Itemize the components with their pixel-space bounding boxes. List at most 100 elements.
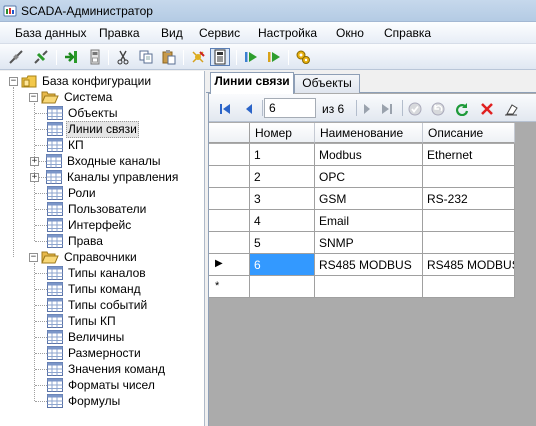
record-position-input[interactable] — [264, 98, 316, 118]
tree-group-system[interactable]: − Система — [29, 89, 114, 105]
grid-cell[interactable]: 2 — [250, 166, 315, 188]
tree-item[interactable]: + Каналы управления — [30, 169, 180, 185]
tree-item[interactable]: Права — [35, 233, 105, 249]
tree-item[interactable]: Величины — [35, 329, 126, 345]
menu-settings[interactable]: Настройка — [258, 26, 317, 41]
collapse-icon[interactable]: − — [29, 252, 38, 262]
tree-item[interactable]: Пользователи — [35, 201, 148, 217]
menu-view[interactable]: Вид — [161, 26, 183, 41]
expand-icon[interactable]: + — [30, 156, 39, 166]
prev-record-icon[interactable] — [240, 100, 258, 118]
run-icon[interactable] — [241, 48, 261, 66]
run-step-icon[interactable] — [264, 48, 284, 66]
copy-icon[interactable] — [136, 48, 156, 66]
table-view-icon[interactable] — [210, 48, 230, 66]
apply-icon[interactable] — [406, 100, 424, 118]
tree-item[interactable]: Типы команд — [35, 281, 143, 297]
grid-cell[interactable]: SNMP — [315, 232, 423, 254]
grid-cell[interactable]: 6 — [250, 254, 315, 276]
grid-cell[interactable] — [423, 232, 515, 254]
menu-window[interactable]: Окно — [336, 26, 364, 41]
import-icon[interactable] — [61, 48, 81, 66]
grid-cell[interactable]: 5 — [250, 232, 315, 254]
tree-item[interactable]: Формулы — [35, 393, 122, 409]
tab-objects[interactable]: Объекты — [294, 74, 360, 93]
grid-cell[interactable]: 1 — [250, 144, 315, 166]
next-record-icon[interactable] — [358, 100, 376, 118]
menu-help[interactable]: Справка — [384, 26, 431, 41]
grid-cell[interactable]: OPC — [315, 166, 423, 188]
navigator-separator — [356, 100, 357, 116]
new-row-cell[interactable] — [250, 276, 315, 298]
tree-item[interactable]: Линии связи — [35, 120, 139, 138]
table-icon — [47, 138, 63, 152]
row-header[interactable]: ▶ — [209, 254, 250, 276]
grid-cell[interactable]: 4 — [250, 210, 315, 232]
tree-item[interactable]: Форматы чисел — [35, 377, 157, 393]
first-record-icon[interactable] — [216, 100, 234, 118]
delete-icon[interactable] — [478, 100, 496, 118]
refresh-icon[interactable] — [453, 100, 471, 118]
paste-icon[interactable] — [159, 48, 179, 66]
last-record-icon[interactable] — [378, 100, 396, 118]
tree-item[interactable]: Типы каналов — [35, 265, 148, 281]
row-header[interactable] — [209, 144, 250, 166]
grid-cell[interactable]: GSM — [315, 188, 423, 210]
row-header[interactable] — [209, 210, 250, 232]
tree-item-label: Величины — [68, 329, 125, 344]
tab-strip: Линии связи Объекты — [206, 72, 536, 94]
new-row-cell[interactable] — [315, 276, 423, 298]
tree-item[interactable]: Размерности — [35, 345, 143, 361]
settings-icon[interactable] — [293, 48, 313, 66]
row-header[interactable] — [209, 166, 250, 188]
table-icon — [47, 106, 63, 120]
undo-icon[interactable] — [429, 100, 447, 118]
menu-edit[interactable]: Правка — [99, 26, 140, 41]
grid-cell[interactable]: 3 — [250, 188, 315, 210]
collapse-icon[interactable]: − — [29, 92, 38, 102]
grid-cell[interactable] — [423, 166, 515, 188]
save-icon[interactable] — [85, 48, 105, 66]
tab-communication-lines[interactable]: Линии связи — [210, 72, 294, 94]
table-icon — [46, 170, 62, 184]
disconnect-icon[interactable] — [31, 48, 51, 66]
column-header-name[interactable]: Наименование — [315, 123, 423, 143]
grid-cell[interactable]: Email — [315, 210, 423, 232]
row-header[interactable] — [209, 232, 250, 254]
tree-item-label: Интерфейс — [68, 217, 132, 232]
tree-item[interactable]: + Входные каналы — [30, 153, 163, 169]
row-header[interactable] — [209, 188, 250, 210]
tree-item-label: Входные каналы — [67, 153, 161, 168]
cut-icon[interactable] — [113, 48, 133, 66]
add-icon[interactable] — [188, 48, 208, 66]
table-icon — [47, 282, 63, 296]
tree-item[interactable]: Объекты — [35, 105, 120, 121]
tree-item[interactable]: Роли — [35, 185, 98, 201]
menu-database[interactable]: База данных — [15, 26, 86, 41]
grid-cell[interactable]: RS-232 — [423, 188, 515, 210]
grid-cell[interactable]: RS485 MODBUS — [315, 254, 423, 276]
tree-item[interactable]: Типы событий — [35, 297, 149, 313]
menu-service[interactable]: Сервис — [199, 26, 240, 41]
grid-cell[interactable]: Modbus — [315, 144, 423, 166]
tree-group-directories[interactable]: − Справочники — [29, 249, 139, 265]
clear-icon[interactable] — [502, 100, 520, 118]
expand-icon[interactable]: + — [30, 172, 39, 182]
tree-item[interactable]: Значения команд — [35, 361, 167, 377]
tree-item[interactable]: Интерфейс — [35, 217, 133, 233]
column-header-description[interactable]: Описание — [423, 123, 515, 143]
column-header-number[interactable]: Номер — [250, 123, 315, 143]
collapse-icon[interactable]: − — [9, 76, 18, 86]
grid-cell[interactable]: RS485 MODBUS — [423, 254, 515, 276]
tree-item[interactable]: Типы КП — [35, 313, 118, 329]
app-icon — [3, 5, 17, 17]
new-row-header[interactable]: * — [209, 276, 250, 298]
new-row-cell[interactable] — [423, 276, 515, 298]
tree-root-label: База конфигурации — [42, 73, 152, 88]
grid-cell[interactable] — [423, 210, 515, 232]
grid-cell[interactable]: Ethernet — [423, 144, 515, 166]
tree-root[interactable]: − База конфигурации — [9, 73, 153, 89]
connect-icon[interactable] — [6, 48, 26, 66]
tree-item[interactable]: КП — [35, 137, 86, 153]
table-icon — [47, 362, 63, 376]
